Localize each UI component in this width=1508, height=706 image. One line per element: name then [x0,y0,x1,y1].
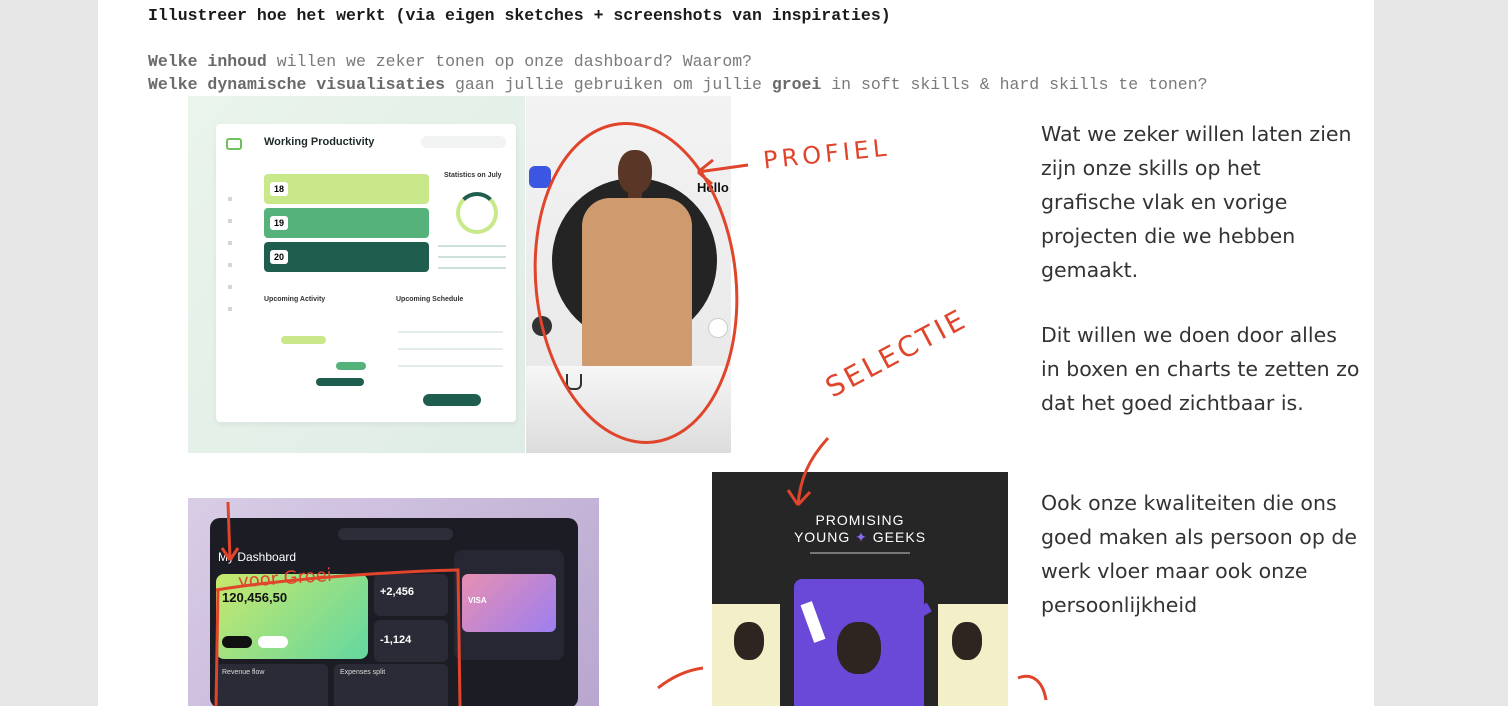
arrow-icon [786,436,830,507]
arrow-icon [657,666,704,690]
arrow-icon [220,501,240,561]
arrow-icon [697,158,749,186]
paragraph-qualities: Ook onze kwaliteiten die ons goed maken … [1041,491,1357,617]
document-page: Illustreer hoe het werkt (via eigen sket… [98,0,1374,706]
paragraph-boxes: Dit willen we doen door alles in boxen e… [1041,323,1360,415]
profile-circle-annotation [533,122,739,444]
arrow-icon [1017,674,1048,701]
paragraph-skills: Wat we zeker willen laten zien zijn onze… [1041,122,1352,282]
